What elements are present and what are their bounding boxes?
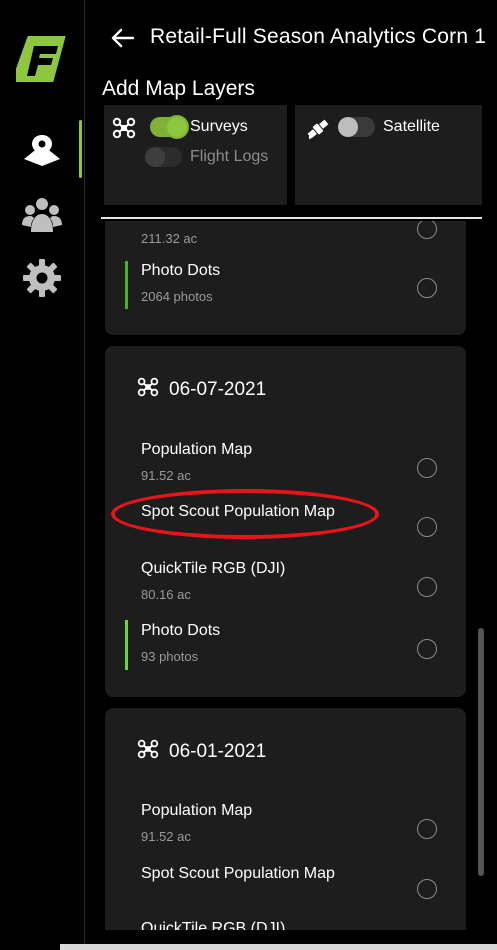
layer-radio[interactable] [417,278,437,298]
flight-logs-label: Flight Logs [190,148,269,165]
layer-radio[interactable] [417,819,437,839]
layer-radio[interactable] [417,577,437,597]
layer-title: QuickTile RGB (DJI) [141,920,286,930]
layer-subtitle: 2064 photos [141,289,213,304]
layer-subtitle: 80.16 ac [141,587,191,602]
layer-accent-bar [125,620,128,670]
layer-subtitle: 93 photos [141,649,199,664]
layer-title: Population Map [141,441,253,458]
flight-panel: 211.32 ac Photo Dots 2064 photos [105,221,466,335]
drone-icon [137,739,159,764]
layer-subtitle: 211.32 ac [141,231,198,246]
drone-icon [112,117,136,144]
layer-radio[interactable] [417,458,437,478]
satellite-icon [306,117,330,146]
surveys-toggle[interactable] [150,117,187,137]
layer-radio[interactable] [417,639,437,659]
nav-active-indicator [79,120,82,178]
page-title: Retail-Full Season Analytics Corn 1 [150,25,487,48]
nav-settings-gear-icon[interactable] [20,256,64,300]
layer-title: Spot Scout Population Map [141,503,335,520]
satellite-label: Satellite [383,118,440,135]
flight-logs-toggle[interactable] [145,147,182,167]
layer-subtitle: 91.52 ac [141,468,191,483]
layer-title: Photo Dots [141,622,221,639]
left-nav-rail [0,0,85,950]
layer-title: Photo Dots [141,262,221,279]
bottom-edge [60,944,497,950]
nav-map-icon[interactable] [20,128,64,172]
flight-panel: 06-07-2021 Population Map 91.52 ac Spot … [105,346,466,697]
section-title: Add Map Layers [102,77,255,100]
layer-radio[interactable] [417,517,437,537]
layer-title: Population Map [141,802,253,819]
flight-header: 06-07-2021 [137,377,266,402]
page-header: Retail-Full Season Analytics Corn 1 [84,0,497,76]
surveys-layer-card: Surveys Flight Logs [104,105,287,205]
flight-header: 06-01-2021 [137,739,266,764]
flight-panel: 06-01-2021 Population Map 91.52 ac Spot … [105,708,466,930]
satellite-layer-card: Satellite [295,105,482,205]
back-arrow-icon[interactable] [108,24,138,52]
layer-radio[interactable] [417,879,437,899]
satellite-toggle[interactable] [338,117,375,137]
divider [101,217,482,219]
layer-accent-bar [125,261,128,309]
layer-subtitle: 91.52 ac [141,829,191,844]
flight-date: 06-07-2021 [169,378,267,400]
drone-icon [137,377,159,402]
flight-layer-list[interactable]: 211.32 ac Photo Dots 2064 photos 06-07-2… [84,221,497,930]
nav-team-icon[interactable] [20,192,64,236]
layer-title: Spot Scout Population Map [141,865,335,882]
flight-date: 06-01-2021 [169,740,267,762]
surveys-label: Surveys [190,118,248,135]
layer-title: QuickTile RGB (DJI) [141,560,286,577]
list-scrollbar[interactable] [478,628,484,876]
layer-radio[interactable] [417,221,437,239]
app-logo [11,34,68,84]
